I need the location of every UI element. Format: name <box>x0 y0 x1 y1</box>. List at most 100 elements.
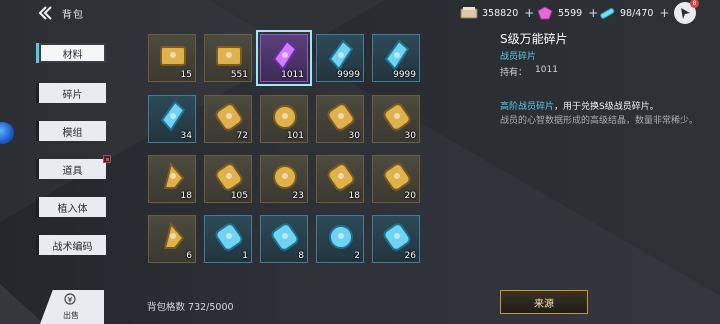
item-quantity: 2 <box>354 251 360 261</box>
item-quantity: 1 <box>242 251 248 261</box>
blue-crystal-shard-icon <box>384 39 410 71</box>
supply-value: 358820 <box>482 7 519 19</box>
item-quantity: 18 <box>348 191 360 201</box>
item-slot[interactable]: 72 <box>204 95 252 143</box>
supply-add-button[interactable]: + <box>524 6 534 20</box>
item-slot[interactable]: 18 <box>316 155 364 203</box>
item-quantity: 30 <box>348 131 360 141</box>
gold-capsule-icon <box>383 103 411 131</box>
blue-cylinder-icon <box>271 223 299 251</box>
energy-vial-icon <box>600 7 615 19</box>
blue-capsule-icon <box>215 223 243 251</box>
resource-supply: 358820 + <box>460 4 534 22</box>
item-slot[interactable]: 8 <box>260 215 308 263</box>
item-slot[interactable]: 9999 <box>316 34 364 82</box>
item-slot[interactable]: 30 <box>316 95 364 143</box>
category-label: 模组 <box>62 127 83 139</box>
gold-cylinder-icon <box>383 163 411 191</box>
purple-crystal-shard-icon <box>272 39 298 71</box>
category-tab-tactical-code[interactable]: 战术编码 <box>36 235 106 255</box>
blue-crystal-shard-icon <box>160 100 186 132</box>
item-quantity: 6 <box>186 251 192 261</box>
item-slot[interactable]: 20 <box>372 155 420 203</box>
energy-add-button[interactable]: + <box>659 6 669 20</box>
item-quantity: 23 <box>292 191 304 201</box>
resource-energy: 98/470 + <box>598 4 669 22</box>
item-quantity: 551 <box>230 70 248 80</box>
item-slot[interactable]: 1 <box>204 215 252 263</box>
holding-label: 持有： <box>500 68 528 78</box>
gold-capsule-icon <box>215 103 243 131</box>
usage-text: ，用于兑换S级战员碎片。 <box>554 102 659 112</box>
blue-crystal-shard-icon <box>328 39 354 71</box>
item-slot[interactable]: 6 <box>148 215 196 263</box>
item-slot[interactable]: 34 <box>148 95 196 143</box>
gold-cartridge-icon <box>215 163 243 191</box>
item-slot[interactable]: 2 <box>316 215 364 263</box>
item-quantity: 101 <box>286 131 304 141</box>
item-slot[interactable]: 105 <box>204 155 252 203</box>
gold-module-icon <box>327 103 355 131</box>
sell-coin-icon <box>64 293 76 305</box>
category-tab-items[interactable]: 道具 <box>36 155 111 179</box>
navigation-badge: 8 <box>690 0 699 8</box>
data-book-icon <box>160 46 186 66</box>
item-quantity: 34 <box>180 131 192 141</box>
item-slot[interactable]: 15 <box>148 34 196 82</box>
gold-blade-icon <box>163 161 185 189</box>
item-quantity: 72 <box>236 131 248 141</box>
item-quantity: 18 <box>180 191 192 201</box>
item-slot[interactable]: 9999 <box>372 34 420 82</box>
item-quantity: 15 <box>180 70 192 80</box>
alert-dot-icon <box>103 155 111 163</box>
gold-core-icon <box>273 105 297 129</box>
navigation-button[interactable]: 8 <box>674 0 699 24</box>
top-bar: 背包 358820 + 5599 + 98/470 + 8 <box>0 0 720 28</box>
gem-value: 5599 <box>558 7 583 19</box>
item-name: S级万能碎片 <box>500 32 568 46</box>
pink-gem-icon <box>537 6 553 20</box>
back-button[interactable] <box>36 5 54 21</box>
gold-cylinder-icon <box>327 163 355 191</box>
item-description: 战员的心智数据形成的高级结晶，数量非常稀少。 <box>500 116 699 126</box>
item-quantity: 30 <box>404 131 416 141</box>
item-slot[interactable]: 101 <box>260 95 308 143</box>
category-tab-fragments[interactable]: 碎片 <box>36 83 106 103</box>
item-quantity: 9999 <box>393 70 416 80</box>
item-slot[interactable]: 26 <box>372 215 420 263</box>
category-tab-materials[interactable]: 材料 <box>36 43 106 63</box>
energy-value: 98/470 <box>620 7 654 19</box>
item-slot[interactable]: 30 <box>372 95 420 143</box>
item-quantity: 1011 <box>281 70 304 80</box>
resource-gem: 5599 + <box>536 4 598 22</box>
usage-highlight: 高阶战员碎片 <box>500 102 555 112</box>
item-quantity: 26 <box>404 251 416 261</box>
gold-blade-icon <box>163 221 185 249</box>
back-arrow-icon <box>38 6 52 20</box>
source-button[interactable]: 来源 <box>500 290 588 314</box>
item-holding: 持有： 1011 <box>500 65 558 78</box>
blue-core-icon <box>329 225 353 249</box>
ore-crate-icon <box>216 46 242 66</box>
category-tab-implants[interactable]: 植入体 <box>36 197 106 217</box>
gold-gear-icon <box>273 165 297 189</box>
category-tab-modules[interactable]: 模组 <box>36 121 106 141</box>
category-label: 材料 <box>62 49 83 61</box>
item-quantity: 9999 <box>337 70 360 80</box>
item-slot[interactable]: 1011 <box>256 30 312 86</box>
category-label: 碎片 <box>62 89 83 101</box>
item-quantity: 105 <box>230 191 248 201</box>
item-slot[interactable]: 18 <box>148 155 196 203</box>
page-title: 背包 <box>62 10 84 21</box>
gem-add-button[interactable]: + <box>588 6 598 20</box>
item-type: 战员碎片 <box>500 52 537 62</box>
item-quantity: 8 <box>298 251 304 261</box>
bag-capacity: 背包格数 732/5000 <box>147 302 234 313</box>
category-label: 植入体 <box>57 203 88 215</box>
holding-value: 1011 <box>535 65 558 75</box>
item-slot[interactable]: 23 <box>260 155 308 203</box>
supply-crate-icon <box>460 7 478 19</box>
blue-cylinder-icon <box>383 223 411 251</box>
item-slot[interactable]: 551 <box>204 34 252 82</box>
item-usage: 高阶战员碎片，用于兑换S级战员碎片。 <box>500 99 659 112</box>
